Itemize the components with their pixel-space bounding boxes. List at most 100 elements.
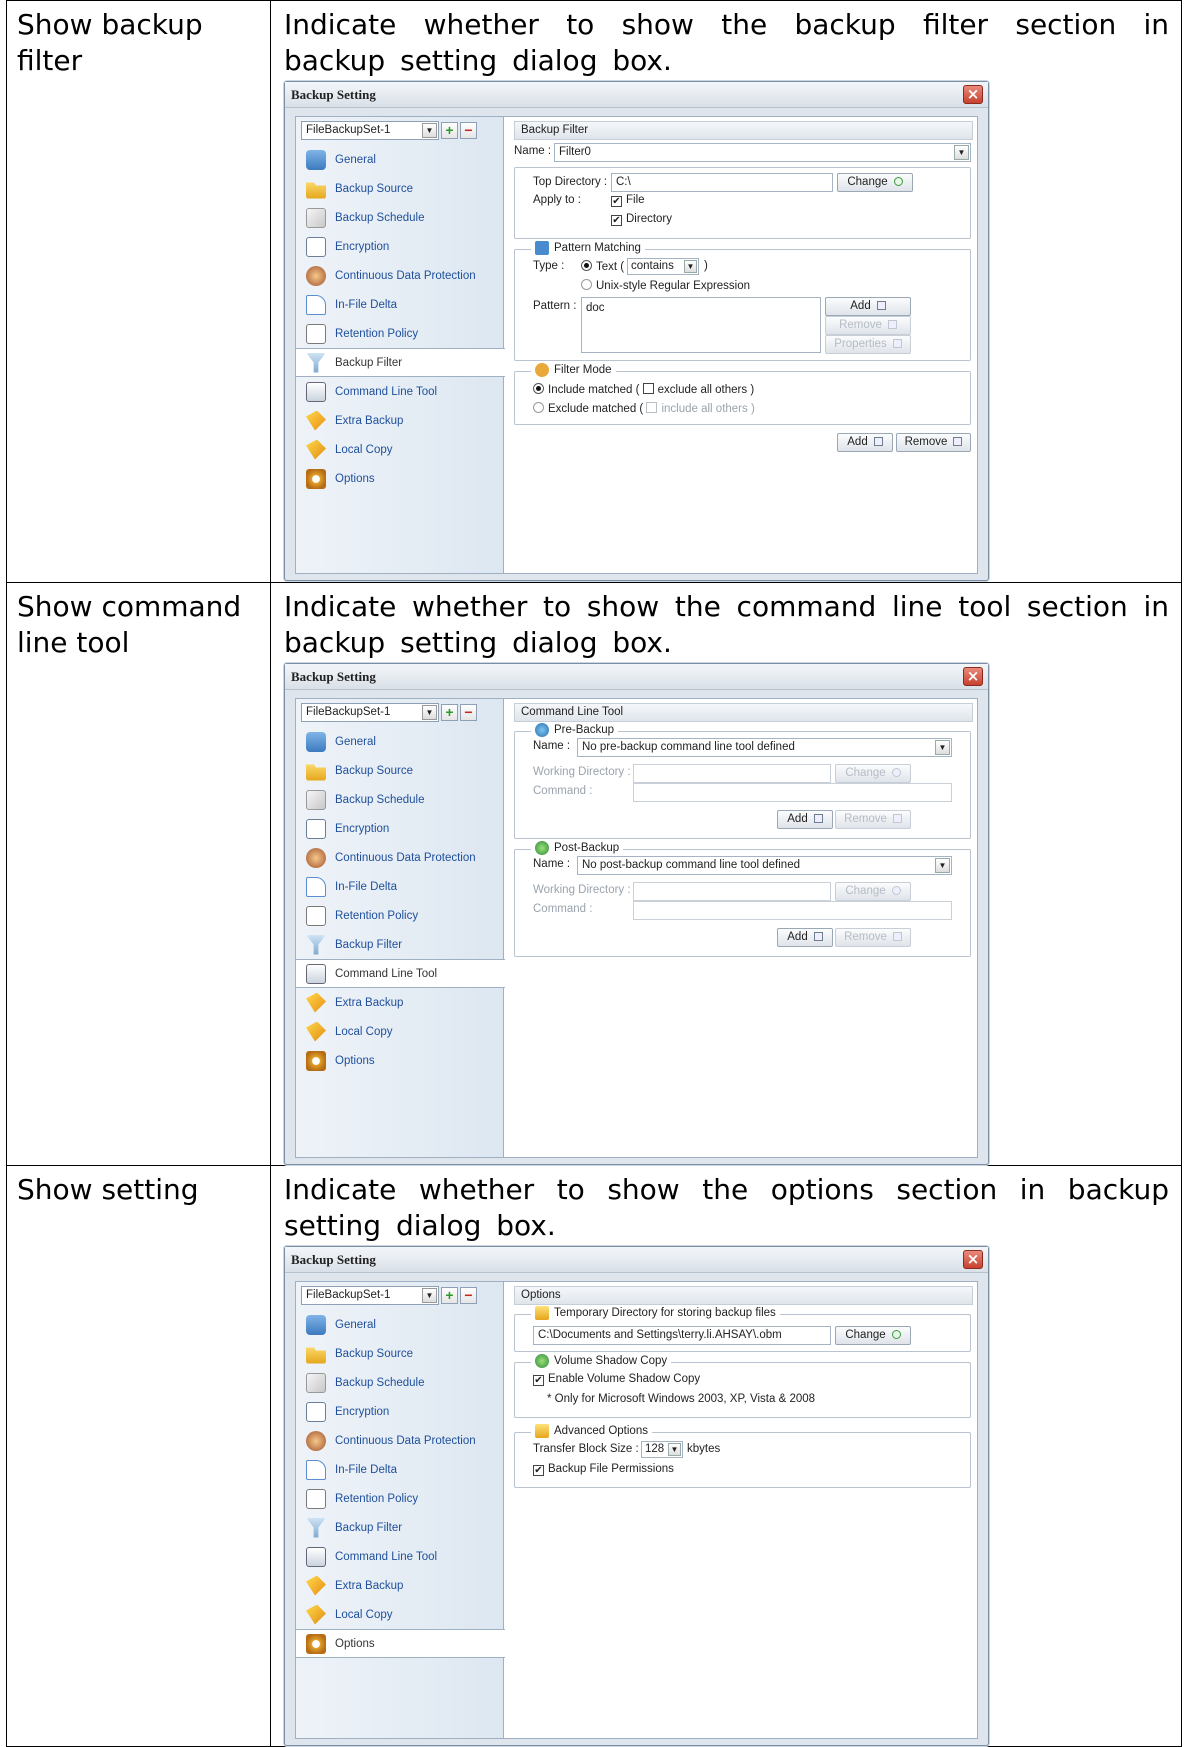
type-text-select[interactable]: contains ▼	[627, 258, 699, 275]
sidebar-item-extra-backup[interactable]: Extra Backup	[296, 406, 503, 435]
sidebar-item-continuous-data-protection[interactable]: Continuous Data Protection	[296, 843, 503, 872]
sidebar-item-options[interactable]: Options	[296, 1629, 505, 1658]
sidebar-item-continuous-data-protection[interactable]: Continuous Data Protection	[296, 261, 503, 290]
close-icon[interactable]: ×	[963, 667, 983, 686]
sidebar-item-retention-policy[interactable]: Retention Policy	[296, 319, 503, 348]
sidebar-item-general[interactable]: General	[296, 1310, 503, 1339]
remove-button[interactable]: Remove	[835, 810, 911, 829]
sidebar-item-general[interactable]: General	[296, 145, 503, 174]
backup-set-select[interactable]: FileBackupSet-1 ▼	[301, 1286, 439, 1305]
add-set-button[interactable]: +	[441, 122, 458, 139]
type-label: Type :	[533, 260, 565, 272]
apply-file-checkbox[interactable]: ✔ File	[611, 194, 645, 207]
sidebar-item-encryption[interactable]: Encryption	[296, 1397, 503, 1426]
remove-set-button[interactable]: −	[460, 704, 477, 721]
temp-directory-field[interactable]: C:\Documents and Settings\terry.li.AHSAY…	[533, 1326, 831, 1345]
add-button[interactable]: Add	[777, 810, 833, 829]
sidebar-item-encryption[interactable]: Encryption	[296, 232, 503, 261]
sidebar-item-label: Extra Backup	[335, 996, 404, 1009]
filter-add-button[interactable]: Add	[837, 433, 893, 452]
backup-set-select[interactable]: FileBackupSet-1 ▼	[301, 121, 439, 140]
add-set-button[interactable]: +	[441, 1287, 458, 1304]
sidebar-item-extra-backup[interactable]: Extra Backup	[296, 1571, 503, 1600]
add-button[interactable]: Add	[777, 928, 833, 947]
sidebar-item-backup-schedule[interactable]: Backup Schedule	[296, 203, 503, 232]
sidebar-item-command-line-tool[interactable]: Command Line Tool	[296, 1542, 503, 1571]
sidebar-item-backup-schedule[interactable]: Backup Schedule	[296, 785, 503, 814]
sidebar-item-backup-source[interactable]: Backup Source	[296, 1339, 503, 1368]
remove-set-button[interactable]: −	[460, 1287, 477, 1304]
add-icon	[876, 301, 886, 310]
general-icon	[306, 1314, 326, 1335]
working-directory-label: Working Directory :	[533, 766, 631, 778]
sidebar-item-label: General	[335, 1318, 376, 1331]
block-size-select[interactable]: 128 ▼	[641, 1441, 683, 1458]
exclude-matched-radio[interactable]: Exclude matched ( include all others )	[533, 402, 755, 415]
table-row: Show setting Indicate whether to show th…	[6, 1165, 1182, 1747]
in-file-delta-icon	[306, 876, 326, 897]
sidebar-item-encryption[interactable]: Encryption	[296, 814, 503, 843]
advanced-options-group: Advanced Options Transfer Block Size : 1…	[514, 1424, 971, 1488]
sidebar-item-local-copy[interactable]: Local Copy	[296, 435, 503, 464]
apply-directory-checkbox[interactable]: ✔ Directory	[611, 213, 672, 226]
sidebar-item-local-copy[interactable]: Local Copy	[296, 1017, 503, 1046]
backup-set-select[interactable]: FileBackupSet-1 ▼	[301, 703, 439, 722]
vss-note: * Only for Microsoft Windows 2003, XP, V…	[547, 1393, 816, 1405]
pattern-list[interactable]: doc	[581, 297, 821, 353]
command-field[interactable]	[633, 901, 952, 920]
change-button[interactable]: Change	[835, 882, 911, 901]
dialog-body: FileBackupSet-1 ▼ + − General Backup Source Ba…	[295, 1281, 978, 1739]
sidebar-item-backup-filter[interactable]: Backup Filter	[296, 1513, 503, 1542]
filter-name-select[interactable]: Filter0 ▼	[554, 143, 971, 162]
sidebar-item-backup-source[interactable]: Backup Source	[296, 174, 503, 203]
pattern-remove-button[interactable]: Remove	[825, 316, 911, 335]
sidebar-item-label: Backup Filter	[335, 356, 403, 369]
pattern-add-button[interactable]: Add	[825, 297, 911, 316]
trash-icon	[892, 932, 902, 941]
change-button[interactable]: Change	[835, 1326, 911, 1345]
top-directory-field[interactable]: C:\	[611, 173, 833, 192]
sidebar-item-backup-filter[interactable]: Backup Filter	[296, 348, 505, 377]
change-button[interactable]: Change	[835, 764, 911, 783]
add-set-button[interactable]: +	[441, 704, 458, 721]
sidebar-item-label: Backup Schedule	[335, 1376, 425, 1389]
sidebar-item-in-file-delta[interactable]: In-File Delta	[296, 872, 503, 901]
enable-vss-checkbox[interactable]: ✔ Enable Volume Shadow Copy	[533, 1373, 700, 1386]
command-field[interactable]	[633, 783, 952, 802]
sidebar-item-label: Continuous Data Protection	[335, 1434, 476, 1447]
block-size-unit: kbytes	[687, 1443, 721, 1455]
post-backup-select[interactable]: No post-backup command line tool defined…	[577, 856, 952, 875]
include-matched-radio[interactable]: Include matched ( exclude all others )	[533, 383, 754, 396]
backup-permissions-checkbox[interactable]: ✔ Backup File Permissions	[533, 1463, 674, 1476]
filter-remove-button[interactable]: Remove	[896, 433, 971, 452]
sidebar-item-in-file-delta[interactable]: In-File Delta	[296, 290, 503, 319]
sidebar-item-command-line-tool[interactable]: Command Line Tool	[296, 959, 505, 988]
pre-backup-select[interactable]: No pre-backup command line tool defined ▼	[577, 738, 952, 757]
remove-button[interactable]: Remove	[835, 928, 911, 947]
pattern-properties-button[interactable]: Properties	[825, 335, 911, 354]
sidebar-item-extra-backup[interactable]: Extra Backup	[296, 988, 503, 1017]
sidebar-item-backup-filter[interactable]: Backup Filter	[296, 930, 503, 959]
encryption-icon	[306, 236, 326, 257]
sidebar-item-continuous-data-protection[interactable]: Continuous Data Protection	[296, 1426, 503, 1455]
type-text-radio[interactable]: Text (	[581, 260, 624, 273]
close-icon[interactable]: ×	[963, 1250, 983, 1269]
sidebar-item-options[interactable]: Options	[296, 464, 503, 493]
sidebar-item-retention-policy[interactable]: Retention Policy	[296, 901, 503, 930]
sidebar-item-backup-source[interactable]: Backup Source	[296, 756, 503, 785]
sidebar-item-in-file-delta[interactable]: In-File Delta	[296, 1455, 503, 1484]
close-icon[interactable]: ×	[963, 85, 983, 104]
sidebar-item-options[interactable]: Options	[296, 1046, 503, 1075]
change-button[interactable]: Change	[837, 173, 913, 192]
sidebar-item-command-line-tool[interactable]: Command Line Tool	[296, 377, 503, 406]
sidebar-item-local-copy[interactable]: Local Copy	[296, 1600, 503, 1629]
sidebar-item-backup-schedule[interactable]: Backup Schedule	[296, 1368, 503, 1397]
working-directory-field[interactable]	[633, 764, 831, 783]
remove-set-button[interactable]: −	[460, 122, 477, 139]
encryption-icon	[306, 818, 326, 839]
type-unix-radio[interactable]: Unix-style Regular Expression	[581, 279, 750, 292]
sidebar-item-general[interactable]: General	[296, 727, 503, 756]
settings-panel: Backup Filter Name : Filter0 ▼ Top Direct…	[510, 117, 977, 573]
sidebar-item-retention-policy[interactable]: Retention Policy	[296, 1484, 503, 1513]
working-directory-field[interactable]	[633, 882, 831, 901]
